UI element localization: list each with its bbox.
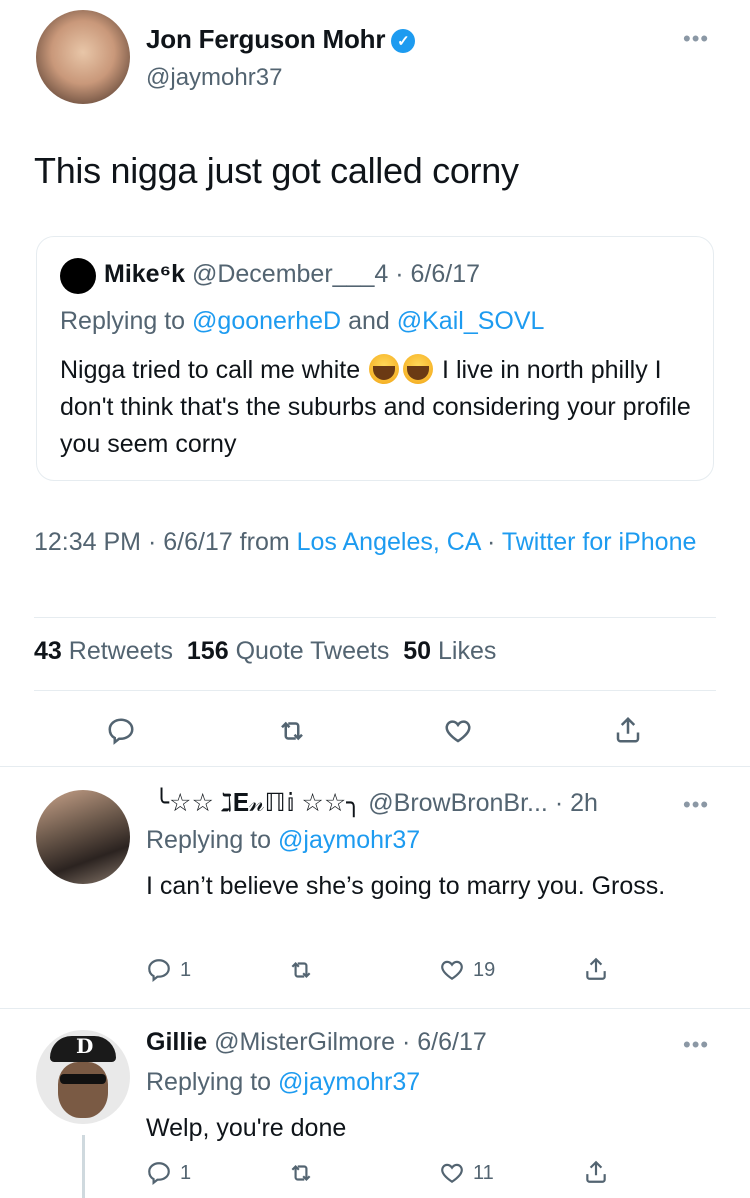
reply-time: · 6/6/17 — [402, 1028, 487, 1056]
retweet-icon[interactable] — [286, 1158, 316, 1188]
retweets-label: Retweets — [68, 637, 173, 665]
location-link[interactable]: Los Angeles, CA — [297, 528, 480, 556]
quoted-author-avatar[interactable] — [60, 258, 96, 294]
retweet-icon[interactable] — [286, 955, 316, 985]
divider — [0, 1008, 750, 1009]
replying-user-link[interactable]: @jaymohr37 — [278, 1068, 420, 1096]
reply-replying-line: Replying to @jaymohr37 — [146, 1068, 420, 1097]
divider — [0, 766, 750, 767]
heart-icon — [439, 957, 465, 983]
replying-prefix: Replying to — [146, 1068, 272, 1096]
replying-prefix: Replying to — [146, 826, 272, 854]
quoted-header: Mike⁶k @December___4 · 6/6/17 — [104, 260, 480, 289]
replying-user-link[interactable]: @Kail_SOVL — [397, 307, 545, 335]
more-dots-icon[interactable]: ••• — [683, 26, 709, 52]
thread-line — [82, 1135, 85, 1198]
face-shape — [58, 1062, 108, 1118]
timestamp-separator: · — [480, 528, 502, 556]
crying-face-emoji-icon — [403, 354, 434, 384]
timestamp-time[interactable]: 12:34 PM · 6/6/17 from — [34, 528, 297, 556]
divider — [34, 690, 716, 691]
share-icon[interactable] — [583, 953, 609, 985]
reply-replying-line: Replying to @jaymohr37 — [146, 826, 420, 855]
quoted-date: · 6/6/17 — [395, 260, 481, 288]
divider — [34, 617, 716, 618]
replying-and: and — [348, 307, 390, 335]
reply-icon — [146, 957, 172, 983]
author-avatar[interactable] — [36, 10, 130, 104]
quoted-text: Nigga tried to call me white I live in n… — [60, 352, 700, 463]
replying-user-link[interactable]: @jaymohr37 — [278, 826, 420, 854]
author-name[interactable]: Jon Ferguson Mohr — [146, 24, 385, 54]
retweets-stat[interactable]: 43 Retweets — [34, 637, 173, 665]
reply-text: I can’t believe she’s going to marry you… — [146, 872, 666, 900]
tweet-text: This nigga just got called corny — [34, 150, 519, 191]
sunglasses-shape — [60, 1074, 106, 1084]
reply-author-name[interactable]: Gillie — [146, 1028, 207, 1056]
share-icon[interactable] — [583, 1156, 609, 1188]
like-button[interactable]: 19 — [439, 955, 495, 985]
likes-label: Likes — [438, 637, 497, 665]
reply-text: Welp, you're done — [146, 1114, 347, 1142]
reply-author-name[interactable]: ╰☆☆ ℷ𝐄𝓃ℿ𝕚 ☆☆╮ — [154, 789, 361, 817]
like-count: 11 — [473, 1161, 494, 1184]
tweet-timestamp: 12:34 PM · 6/6/17 from Los Angeles, CA ·… — [34, 524, 714, 561]
author-name-row[interactable]: Jon Ferguson Mohr ✓ — [146, 24, 416, 55]
tweet-stats: 43 Retweets 156 Quote Tweets 50 Likes — [34, 637, 496, 666]
source-link[interactable]: Twitter for iPhone — [502, 528, 697, 556]
reply-button[interactable]: 1 — [146, 1158, 191, 1188]
reply-header: Gillie @MisterGilmore · 6/6/17 — [146, 1028, 487, 1057]
like-count: 19 — [473, 958, 496, 981]
reply-header: ╰☆☆ ℷ𝐄𝓃ℿ𝕚 ☆☆╮ @BrowBronBr... · 2h — [154, 788, 598, 818]
reply-author-handle[interactable]: @BrowBronBr... — [368, 789, 548, 817]
replying-user-link[interactable]: @goonerheD — [192, 307, 341, 335]
likes-count: 50 — [403, 637, 432, 665]
reply-author-handle[interactable]: @MisterGilmore — [214, 1028, 395, 1056]
author-handle[interactable]: @jaymohr37 — [146, 64, 282, 92]
quoted-text-part: Nigga tried to call me white — [60, 356, 361, 384]
like-button[interactable]: 11 — [439, 1158, 494, 1188]
quoted-replying-line: Replying to @goonerheD and @Kail_SOVL — [60, 307, 544, 336]
reply-icon[interactable] — [103, 713, 139, 749]
quotes-count: 156 — [186, 637, 229, 665]
likes-stat[interactable]: 50 Likes — [403, 637, 496, 665]
reply-count: 1 — [180, 1161, 192, 1184]
share-icon[interactable] — [610, 711, 646, 749]
crying-face-emoji-icon — [369, 354, 400, 384]
verified-badge-icon: ✓ — [391, 29, 416, 53]
reply-time: · 2h — [554, 789, 598, 817]
quoted-author-name[interactable]: Mike⁶k — [104, 260, 185, 288]
retweet-icon[interactable] — [272, 713, 312, 749]
quotes-stat[interactable]: 156 Quote Tweets — [187, 637, 389, 665]
replying-prefix: Replying to — [60, 307, 186, 335]
reply-count: 1 — [180, 958, 192, 981]
quoted-author-handle[interactable]: @December___4 — [192, 260, 388, 288]
heart-icon — [439, 1160, 465, 1186]
more-dots-icon[interactable]: ••• — [683, 1032, 709, 1058]
reply-icon — [146, 1160, 172, 1186]
reply-author-avatar[interactable] — [36, 790, 130, 884]
retweets-count: 43 — [34, 637, 62, 665]
cap-letter: D — [76, 1034, 94, 1058]
heart-icon[interactable] — [440, 713, 476, 749]
reply-button[interactable]: 1 — [146, 955, 191, 985]
more-dots-icon[interactable]: ••• — [683, 792, 709, 818]
quotes-label: Quote Tweets — [235, 637, 390, 665]
reply-author-avatar[interactable]: D — [36, 1030, 130, 1124]
